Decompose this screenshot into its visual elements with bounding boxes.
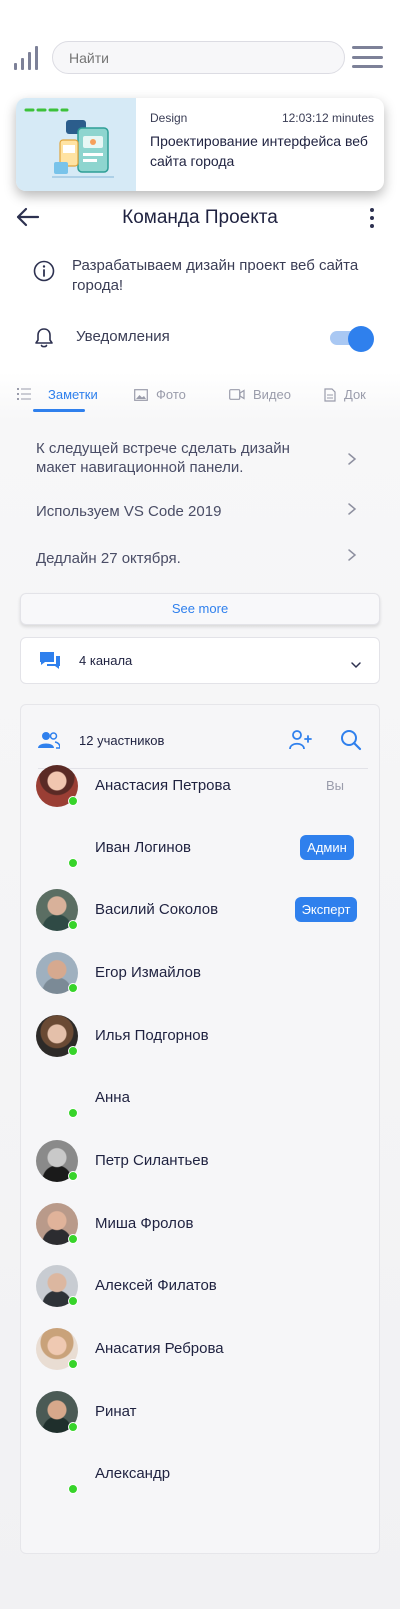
users-icon xyxy=(38,731,61,749)
member-name: Алексей Филатов xyxy=(95,1277,217,1294)
online-indicator xyxy=(68,1359,78,1369)
online-indicator xyxy=(68,796,78,806)
online-indicator xyxy=(68,1484,78,1494)
list-item[interactable]: Анастасия Петрова Вы xyxy=(36,765,366,807)
note-item[interactable]: Используем VS Code 2019 xyxy=(36,502,306,521)
list-item[interactable]: Егор Измайлов xyxy=(36,952,366,994)
note-item[interactable]: К следущей встрече сделать дизайн макет … xyxy=(36,439,306,477)
member-name: Ринат xyxy=(95,1403,137,1420)
list-item[interactable]: Илья Подгорнов xyxy=(36,1015,366,1057)
list-item[interactable]: Ринат xyxy=(36,1391,366,1433)
active-tab-indicator xyxy=(33,409,85,412)
list-item[interactable]: Миша Фролов xyxy=(36,1203,366,1245)
project-time: 12:03:12 minutes xyxy=(281,111,374,125)
member-name: Анна xyxy=(95,1089,130,1106)
project-tag: Design xyxy=(150,111,188,125)
project-description: Разрабатываем дизайн проект веб сайта го… xyxy=(72,257,359,294)
member-name: Анасатия Реброва xyxy=(95,1340,224,1357)
project-card[interactable]: Design 12:03:12 minutes Проектирование и… xyxy=(16,98,384,191)
tab-video[interactable]: Видео xyxy=(229,387,291,402)
hamburger-menu-icon[interactable] xyxy=(352,46,383,68)
add-user-icon[interactable] xyxy=(289,730,312,750)
online-indicator xyxy=(68,920,78,930)
signal-bars-icon xyxy=(14,46,44,70)
member-name: Петр Силантьев xyxy=(95,1152,209,1169)
channels-label: 4 канала xyxy=(79,653,133,668)
tab-photos-label: Фото xyxy=(156,387,186,402)
info-icon xyxy=(33,260,55,282)
list-item[interactable]: Иван Логинов Админ xyxy=(36,827,366,869)
video-icon xyxy=(229,389,245,400)
tab-notes[interactable]: Заметки xyxy=(48,387,98,402)
search-icon[interactable] xyxy=(340,729,362,751)
member-name: Егор Измайлов xyxy=(95,964,201,981)
member-name: Анастасия Петрова xyxy=(95,777,231,794)
document-icon xyxy=(324,387,336,402)
chevron-right-icon[interactable] xyxy=(347,452,357,466)
note-item[interactable]: Дедлайн 27 октября. xyxy=(36,549,306,568)
members-count: 12 участников xyxy=(79,733,165,748)
more-vertical-icon[interactable] xyxy=(369,208,375,228)
list-item[interactable]: Алексей Филатов xyxy=(36,1265,366,1307)
chevron-right-icon[interactable] xyxy=(347,502,357,516)
search-input[interactable] xyxy=(52,41,345,74)
image-icon xyxy=(134,388,148,401)
member-name: Миша Фролов xyxy=(95,1215,194,1232)
project-title: Проектирование интерфейса веб сайта горо… xyxy=(150,133,368,169)
bell-icon xyxy=(34,327,54,349)
member-name: Василий Соколов xyxy=(95,901,219,918)
online-indicator xyxy=(68,1422,78,1432)
list-icon[interactable] xyxy=(17,387,31,400)
notifications-toggle-knob[interactable] xyxy=(348,326,374,352)
back-arrow-icon[interactable] xyxy=(16,207,40,227)
list-item[interactable]: Александр xyxy=(36,1453,366,1495)
web-design-illustration xyxy=(16,98,136,191)
list-item[interactable]: Петр Силантьев xyxy=(36,1140,366,1182)
list-item[interactable]: Анна xyxy=(36,1077,366,1119)
role-badge: Админ xyxy=(300,835,354,860)
online-indicator xyxy=(68,1046,78,1056)
online-indicator xyxy=(68,1108,78,1118)
current-user-label: Вы xyxy=(326,778,345,793)
member-name: Александр xyxy=(95,1465,171,1482)
member-name: Илья Подгорнов xyxy=(95,1027,209,1044)
see-more-button[interactable]: See more xyxy=(20,593,380,625)
notifications-label: Уведомления xyxy=(76,328,170,345)
tab-photos[interactable]: Фото xyxy=(134,387,186,402)
page-title: Команда Проекта xyxy=(122,207,278,228)
online-indicator xyxy=(68,1171,78,1181)
role-badge: Эксперт xyxy=(295,897,357,922)
list-item[interactable]: Василий Соколов Эксперт xyxy=(36,889,366,931)
tab-documents[interactable]: Док xyxy=(324,387,366,402)
online-indicator xyxy=(68,983,78,993)
list-item[interactable]: Анасатия Реброва xyxy=(36,1328,366,1370)
online-indicator xyxy=(68,1234,78,1244)
chevron-down-icon[interactable] xyxy=(350,656,362,669)
member-name: Иван Логинов xyxy=(95,839,192,856)
online-indicator xyxy=(68,858,78,868)
chevron-right-icon[interactable] xyxy=(347,548,357,562)
online-indicator xyxy=(68,1296,78,1306)
tab-video-label: Видео xyxy=(253,387,291,402)
channels-dropdown[interactable] xyxy=(20,637,380,684)
tab-documents-label: Док xyxy=(344,387,366,402)
chat-bubbles-icon xyxy=(39,650,61,672)
